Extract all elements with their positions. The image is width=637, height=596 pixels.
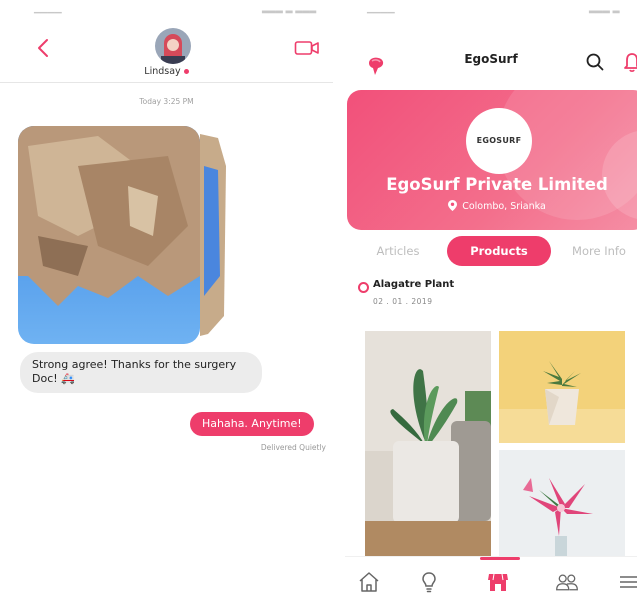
chat-header: Lindsay bbox=[0, 0, 333, 83]
delivery-status: Delivered Quietly bbox=[260, 443, 326, 452]
tab-more-info[interactable]: More Info bbox=[559, 236, 637, 266]
bottom-nav bbox=[345, 556, 637, 596]
contact-name: Lindsay bbox=[0, 66, 333, 77]
post-date: 02 . 01 . 2019 bbox=[373, 297, 433, 306]
status-bar-right: ▂▂▂ ▂ bbox=[589, 4, 620, 14]
avatar[interactable] bbox=[155, 28, 191, 64]
users-icon[interactable] bbox=[555, 570, 579, 594]
status-bar-left: ▁▁▁▁ bbox=[367, 4, 395, 14]
location-pin-icon bbox=[448, 200, 458, 211]
shared-photo[interactable] bbox=[18, 126, 230, 344]
store-icon[interactable] bbox=[486, 570, 510, 594]
online-status-dot bbox=[183, 69, 189, 74]
message-bubble-outgoing[interactable]: Hahaha. Anytime! bbox=[190, 412, 314, 436]
company-name: EgoSurf Private Limited bbox=[386, 175, 608, 194]
bell-icon[interactable] bbox=[622, 51, 637, 73]
screen-divider bbox=[333, 0, 345, 596]
profile-screen: ▁▁▁▁ ▂▂▂ ▂ EgoSurf EGOSURF EgoSurf Priva… bbox=[345, 0, 637, 596]
menu-icon[interactable] bbox=[617, 570, 637, 594]
chat-screen: ▁▁▁▁ ▂▂▂ ▂ ▂▂▂ Lindsay Today 3:25 PM Str… bbox=[0, 0, 333, 596]
post-title[interactable]: Alagatre Plant bbox=[373, 279, 454, 290]
company-banner: EGOSURF EgoSurf Private Limited Colombo,… bbox=[347, 90, 637, 230]
company-location: Colombo, Srianka bbox=[347, 200, 637, 212]
tab-articles[interactable]: Articles bbox=[363, 236, 433, 266]
profile-tabs: Articles Products More Info bbox=[345, 236, 637, 266]
lightbulb-icon[interactable] bbox=[417, 570, 441, 594]
chevron-left-icon[interactable] bbox=[34, 38, 54, 58]
search-icon[interactable] bbox=[585, 52, 605, 72]
product-image[interactable] bbox=[365, 331, 491, 561]
product-image[interactable] bbox=[499, 450, 625, 561]
message-timestamp: Today 3:25 PM bbox=[139, 97, 194, 106]
product-image[interactable] bbox=[499, 331, 625, 443]
post-marker-icon bbox=[358, 282, 369, 293]
video-camera-icon[interactable] bbox=[294, 38, 320, 58]
tab-products[interactable]: Products bbox=[447, 236, 551, 266]
home-icon[interactable] bbox=[357, 570, 381, 594]
company-logo[interactable]: EGOSURF bbox=[466, 108, 532, 174]
message-bubble-incoming[interactable]: Strong agree! Thanks for the surgery Doc… bbox=[20, 352, 262, 393]
nav-active-indicator bbox=[480, 557, 520, 560]
